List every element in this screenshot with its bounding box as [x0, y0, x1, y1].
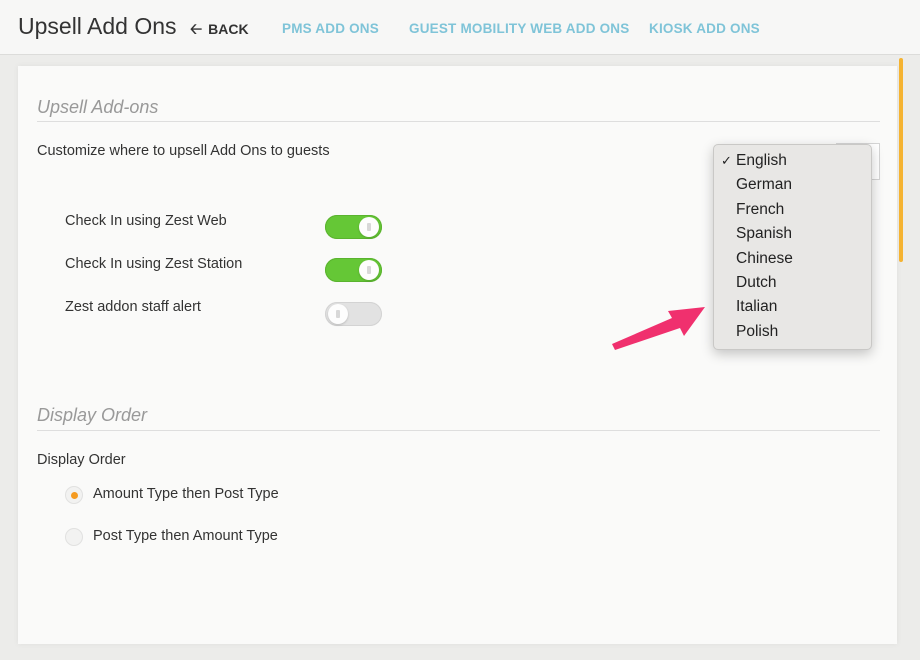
- radio-post-then-amount[interactable]: [65, 528, 83, 546]
- language-dropdown: ✓ English German French Spanish Chinese …: [713, 144, 872, 350]
- back-label: BACK: [208, 21, 249, 37]
- nav-kiosk-add-ons[interactable]: KIOSK ADD ONS: [649, 21, 760, 36]
- option-label: English: [736, 152, 787, 169]
- dropdown-option-polish[interactable]: Polish: [714, 320, 871, 344]
- option-label: Polish: [736, 322, 779, 340]
- toggle-staff-alert[interactable]: [325, 302, 382, 326]
- option-label: Dutch: [736, 273, 777, 291]
- option-label: Italian: [736, 298, 778, 316]
- page-title: Upsell Add Ons: [18, 13, 177, 39]
- checkmark-icon: ✓: [721, 153, 732, 168]
- dropdown-option-chinese[interactable]: Chinese: [714, 247, 871, 271]
- nav-guest-mobility-web-add-ons[interactable]: GUEST MOBILITY WEB ADD ONS: [409, 21, 629, 36]
- radio-amount-then-post[interactable]: [65, 486, 83, 504]
- option-label: Spanish: [736, 225, 793, 243]
- pointer-arrow-icon: [612, 307, 705, 350]
- option-label: French: [736, 200, 785, 218]
- display-order-section-title: Display Order: [37, 405, 148, 425]
- back-button[interactable]: 🡠 BACK: [190, 19, 249, 39]
- radio-label-amount-then-post: Amount Type then Post Type: [93, 486, 279, 502]
- upsell-section-title: Upsell Add-ons: [37, 97, 159, 117]
- dropdown-option-german[interactable]: German: [714, 173, 871, 197]
- toggle-knob: [359, 260, 379, 280]
- option-label: Chinese: [736, 249, 793, 267]
- header-bar: Upsell Add Ons 🡠 BACK PMS ADD ONS GUEST …: [0, 0, 920, 55]
- upsell-description: Customize where to upsell Add Ons to gue…: [37, 143, 330, 159]
- display-order-section-divider: [37, 430, 880, 431]
- toggle-zest-station[interactable]: [325, 258, 382, 282]
- option-label: German: [736, 176, 792, 194]
- dropdown-option-dutch[interactable]: Dutch: [714, 271, 871, 295]
- upsell-section-divider: [37, 121, 880, 122]
- scrollbar-thumb[interactable]: [899, 58, 903, 262]
- arrow-left-icon: 🡠: [190, 20, 203, 38]
- toggle-label-zest-web: Check In using Zest Web: [65, 213, 227, 229]
- toggle-knob: [328, 304, 348, 324]
- toggle-zest-web[interactable]: [325, 215, 382, 239]
- nav-pms-add-ons[interactable]: PMS ADD ONS: [282, 21, 379, 36]
- dropdown-option-english[interactable]: ✓ English: [714, 149, 871, 173]
- display-order-label: Display Order: [37, 452, 126, 468]
- toggle-label-zest-station: Check In using Zest Station: [65, 256, 243, 272]
- toggle-label-staff-alert: Zest addon staff alert: [65, 299, 201, 315]
- toggle-knob: [359, 217, 379, 237]
- radio-label-post-then-amount: Post Type then Amount Type: [93, 528, 278, 544]
- dropdown-option-italian[interactable]: Italian: [714, 295, 871, 319]
- dropdown-option-french[interactable]: French: [714, 198, 871, 222]
- dropdown-option-spanish[interactable]: Spanish: [714, 222, 871, 246]
